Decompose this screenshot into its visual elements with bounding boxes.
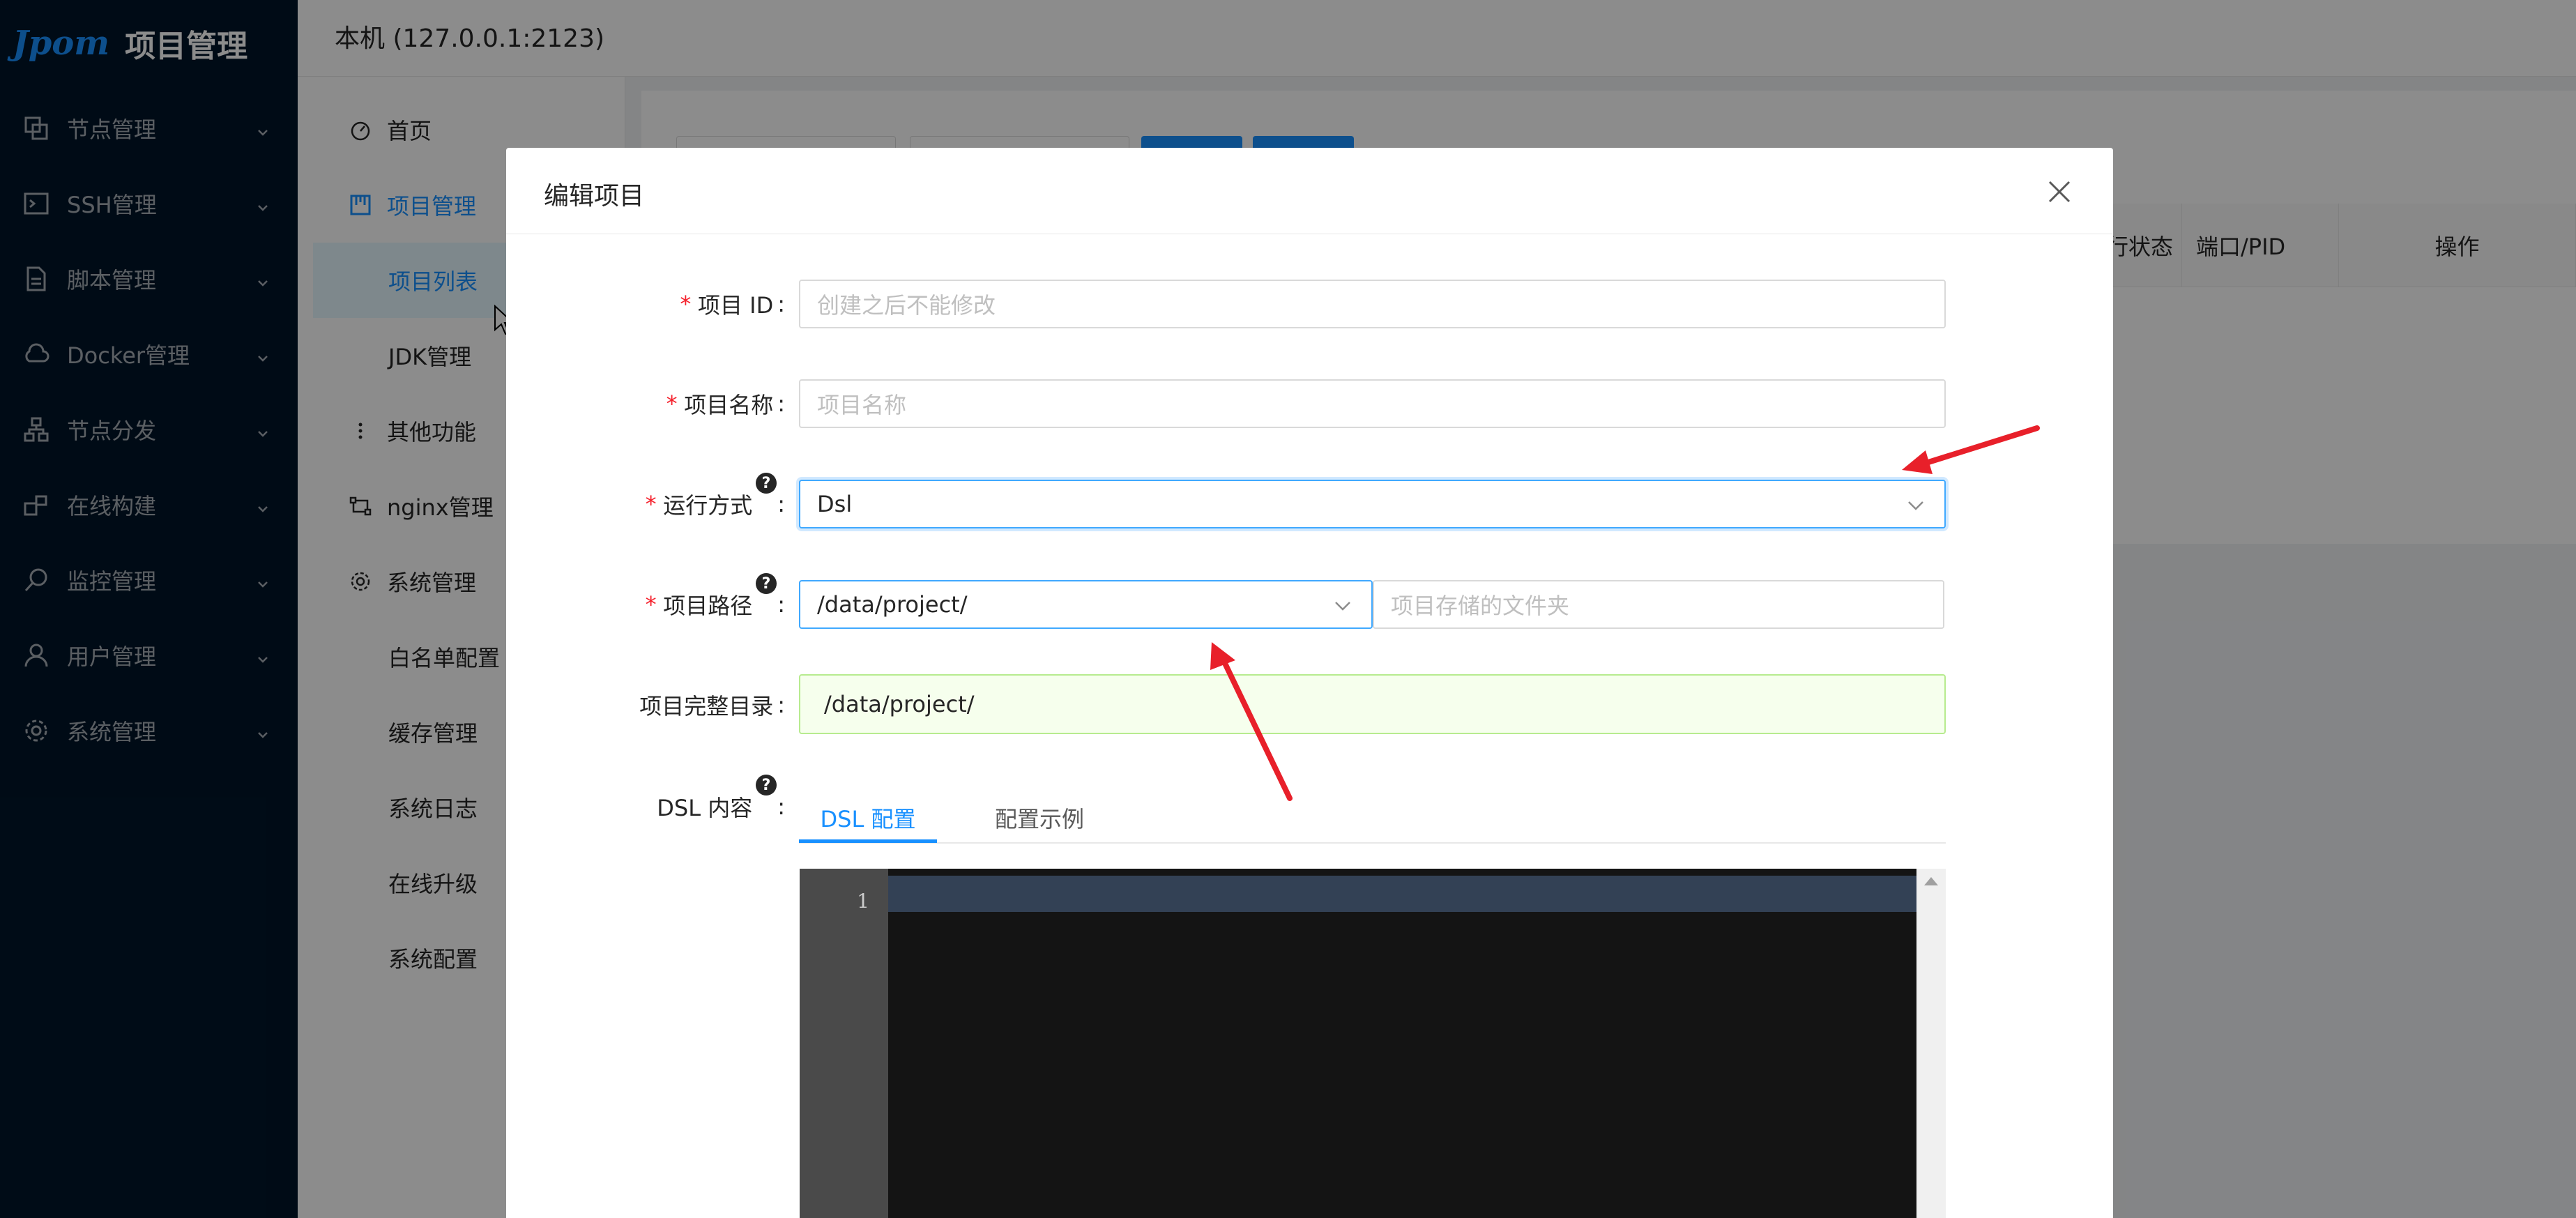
chevron-down-icon (1335, 602, 1350, 611)
label-colon: : (777, 591, 785, 618)
label-colon: : (777, 793, 785, 820)
modal-header: 编辑项目 (506, 148, 2113, 234)
project-id-label-text: 项目 ID (697, 292, 774, 319)
project-id-placeholder: 创建之后不能修改 (817, 292, 996, 319)
full-dir-display: /data/project/ (799, 674, 1946, 734)
project-path-select[interactable]: /data/project/ (799, 580, 1373, 629)
edit-project-modal: 编辑项目 * 项目 ID : 创建之后不能修改 * 项目名称 : 项目名称 * … (506, 148, 2113, 1218)
required-mark: * (678, 291, 692, 317)
chevron-down-icon (1908, 501, 1923, 510)
active-line-highlight (888, 876, 1916, 912)
required-mark: * (643, 491, 658, 517)
tab-config-example[interactable]: 配置示例 (966, 793, 1113, 842)
project-name-label-text: 项目名称 (684, 392, 774, 418)
line-number: 1 (857, 890, 869, 913)
tab-ink-bar (799, 839, 937, 843)
full-dir-label-text: 项目完整目录 (639, 693, 774, 720)
scroll-up-icon[interactable] (1924, 877, 1938, 885)
annotation-arrow-icon (1210, 642, 1293, 801)
project-path-label-text: 项目路径 (663, 593, 753, 619)
label-colon: : (777, 491, 785, 517)
full-dir-label: 项目完整目录 : (576, 680, 785, 729)
editor-gutter: 1 (800, 869, 888, 1218)
close-icon[interactable] (2047, 179, 2072, 204)
project-name-label: * 项目名称 : (611, 379, 785, 428)
full-dir-value: /data/project/ (824, 691, 975, 717)
required-mark: * (664, 390, 679, 417)
tabs-divider (799, 842, 1946, 844)
help-icon[interactable]: ? (756, 775, 777, 795)
modal-title: 编辑项目 (544, 182, 645, 211)
project-name-input[interactable]: 项目名称 (799, 379, 1946, 428)
project-folder-placeholder: 项目存储的文件夹 (1391, 593, 1570, 619)
project-name-placeholder: 项目名称 (817, 392, 907, 418)
project-path-value: /data/project/ (817, 591, 968, 618)
label-colon: : (777, 692, 785, 718)
help-icon[interactable]: ? (756, 473, 777, 494)
label-colon: : (777, 390, 785, 417)
required-mark: * (643, 591, 658, 618)
project-id-input[interactable]: 创建之后不能修改 (799, 280, 1946, 328)
annotation-arrow-icon (1902, 425, 2040, 474)
project-id-label: * 项目 ID : (611, 280, 785, 328)
project-folder-input[interactable]: 项目存储的文件夹 (1373, 580, 1944, 629)
dsl-content-label-text: DSL 内容 (657, 795, 753, 821)
run-mode-value: Dsl (817, 491, 853, 517)
tab-dsl-config[interactable]: DSL 配置 (799, 793, 937, 842)
run-mode-select[interactable]: Dsl (799, 480, 1946, 528)
editor-scrollbar[interactable] (1916, 869, 1946, 1218)
help-icon[interactable]: ? (756, 573, 777, 594)
label-colon: : (777, 291, 785, 317)
dsl-code-editor[interactable]: 1 (800, 869, 1946, 1218)
run-mode-label-text: 运行方式 (663, 492, 753, 519)
